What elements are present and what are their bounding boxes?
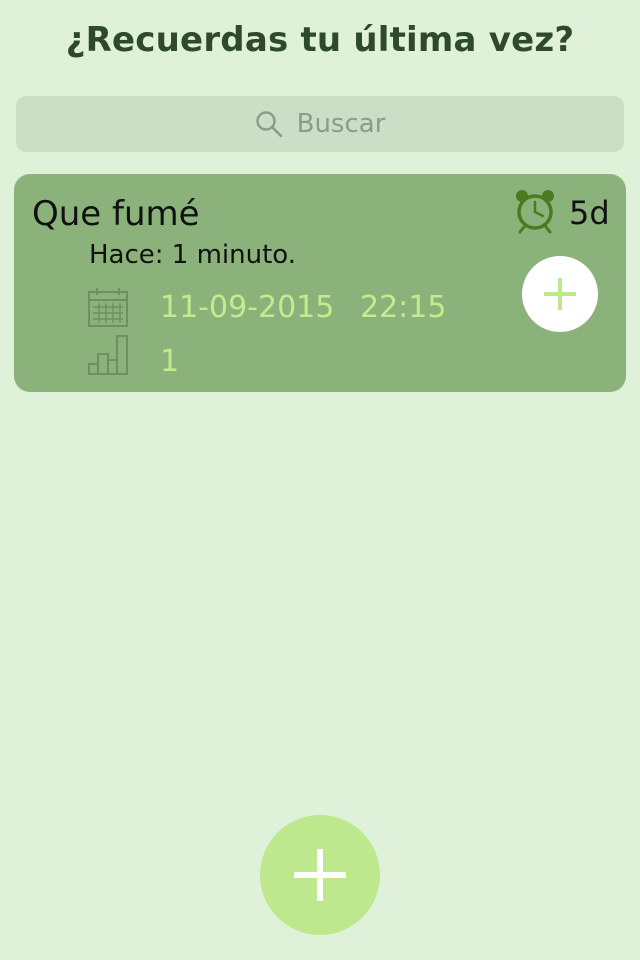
- calendar-icon: [88, 288, 128, 327]
- add-item-button[interactable]: [260, 815, 380, 935]
- plus-icon: [544, 278, 576, 310]
- alarm-clock-icon[interactable]: [514, 188, 556, 234]
- item-date: 11-09-2015: [160, 290, 335, 325]
- list-item[interactable]: Que fumé 5d Hace: 1 minuto. 11-09-2015 2…: [14, 174, 626, 392]
- plus-icon: [294, 849, 346, 901]
- time-ago-text: Hace: 1 minuto.: [89, 240, 297, 270]
- search-icon: [255, 111, 282, 138]
- bar-chart-icon: [88, 335, 128, 375]
- search-placeholder: Buscar: [296, 109, 386, 139]
- search-bar[interactable]: Buscar: [16, 96, 624, 152]
- add-occurrence-button[interactable]: [522, 256, 598, 332]
- page-title: ¿Recuerdas tu última vez?: [65, 20, 575, 60]
- item-time: 22:15: [360, 290, 447, 325]
- alarm-days-label: 5d: [569, 194, 610, 232]
- item-name: Que fumé: [32, 194, 200, 234]
- item-count: 1: [160, 344, 180, 379]
